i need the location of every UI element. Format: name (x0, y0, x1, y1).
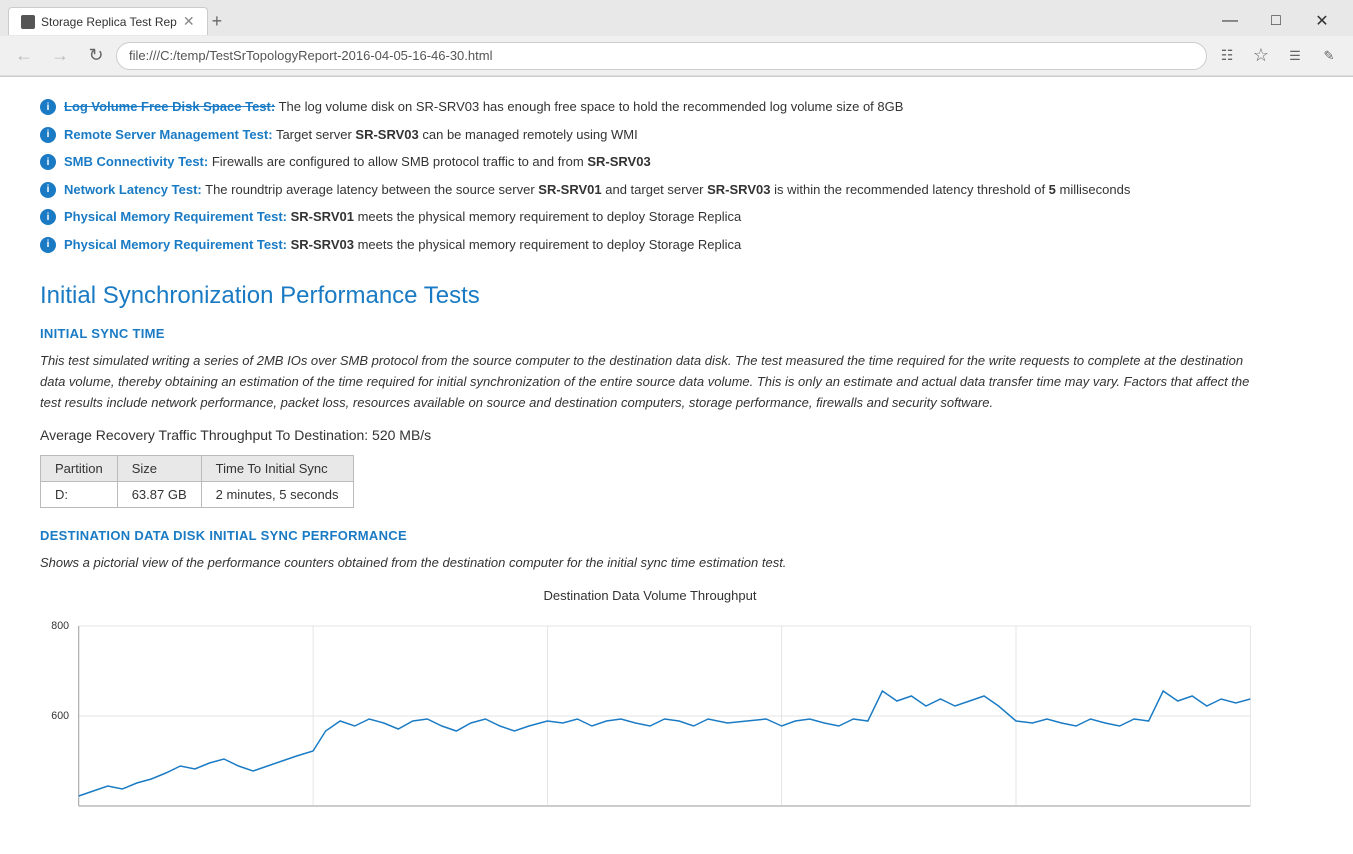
new-tab-button[interactable]: + (212, 12, 223, 30)
info-link[interactable]: Log Volume Free Disk Space Test: (64, 99, 275, 114)
info-icon-6: i (40, 237, 56, 253)
svg-text:800: 800 (51, 620, 69, 632)
tab-favicon (21, 15, 35, 29)
favorites-button[interactable]: ☆ (1245, 40, 1277, 72)
col-size: Size (117, 456, 201, 482)
throughput-line: Average Recovery Traffic Throughput To D… (40, 427, 1260, 443)
info-text-smb: SMB Connectivity Test: Firewalls are con… (64, 152, 651, 172)
cell-time: 2 minutes, 5 seconds (201, 482, 353, 508)
tab-close-icon[interactable]: ✕ (183, 13, 195, 30)
info-text-memory-2: Physical Memory Requirement Test: SR-SRV… (64, 235, 741, 255)
col-partition: Partition (41, 456, 118, 482)
table-header-row: Partition Size Time To Initial Sync (41, 456, 354, 482)
info-icon-3: i (40, 154, 56, 170)
memory-2-link[interactable]: Physical Memory Requirement Test: (64, 237, 287, 252)
cell-partition: D: (41, 482, 118, 508)
minimize-button[interactable]: — (1207, 6, 1253, 36)
forward-button[interactable]: → (44, 40, 76, 72)
info-text-log-volume: Log Volume Free Disk Space Test: The log… (64, 97, 903, 117)
info-icon-2: i (40, 127, 56, 143)
info-item-log-volume: i Log Volume Free Disk Space Test: The l… (40, 93, 1260, 121)
sync-table: Partition Size Time To Initial Sync D: 6… (40, 455, 354, 508)
nav-bar: ← → ↻ ☷ ☆ ☰ ✎ (0, 36, 1353, 76)
tab-label: Storage Replica Test Rep (41, 15, 177, 29)
memory-1-link[interactable]: Physical Memory Requirement Test: (64, 209, 287, 224)
info-item-memory-2: i Physical Memory Requirement Test: SR-S… (40, 231, 1260, 259)
network-link[interactable]: Network Latency Test: (64, 182, 202, 197)
active-tab[interactable]: Storage Replica Test Rep ✕ (8, 7, 208, 35)
refresh-button[interactable]: ↻ (80, 40, 112, 72)
table-row: D: 63.87 GB 2 minutes, 5 seconds (41, 482, 354, 508)
tab-bar: Storage Replica Test Rep ✕ + — □ ✕ (0, 0, 1353, 36)
info-item-network: i Network Latency Test: The roundtrip av… (40, 176, 1260, 204)
svg-text:600: 600 (51, 710, 69, 722)
page-content: i Log Volume Free Disk Space Test: The l… (0, 77, 1353, 854)
reader-view-button[interactable]: ☷ (1211, 40, 1243, 72)
info-item-memory-1: i Physical Memory Requirement Test: SR-S… (40, 203, 1260, 231)
address-bar[interactable] (116, 42, 1207, 70)
tools-button[interactable]: ✎ (1313, 40, 1345, 72)
browser-chrome: Storage Replica Test Rep ✕ + — □ ✕ ← → ↻… (0, 0, 1353, 77)
info-icon: i (40, 99, 56, 115)
info-text-remote-server: Remote Server Management Test: Target se… (64, 125, 638, 145)
cell-size: 63.87 GB (117, 482, 201, 508)
chart-svg: 800 600 (40, 611, 1260, 811)
remote-server-link[interactable]: Remote Server Management Test: (64, 127, 273, 142)
chart-area: 800 600 (40, 611, 1260, 811)
smb-link[interactable]: SMB Connectivity Test: (64, 154, 208, 169)
subsection2-description: Shows a pictorial view of the performanc… (40, 553, 1260, 574)
content-inner: i Log Volume Free Disk Space Test: The l… (0, 77, 1300, 851)
back-button[interactable]: ← (8, 40, 40, 72)
info-text-network: Network Latency Test: The roundtrip aver… (64, 180, 1130, 200)
subsection1-description: This test simulated writing a series of … (40, 351, 1260, 413)
close-button[interactable]: ✕ (1299, 6, 1345, 36)
info-item-smb: i SMB Connectivity Test: Firewalls are c… (40, 148, 1260, 176)
col-time: Time To Initial Sync (201, 456, 353, 482)
subsection1-heading: INITIAL SYNC TIME (40, 326, 1260, 341)
menu-button[interactable]: ☰ (1279, 40, 1311, 72)
info-icon-4: i (40, 182, 56, 198)
info-text-memory-1: Physical Memory Requirement Test: SR-SRV… (64, 207, 741, 227)
chart-container: Destination Data Volume Throughput 800 6… (40, 588, 1260, 811)
chart-title: Destination Data Volume Throughput (40, 588, 1260, 603)
section-title: Initial Synchronization Performance Test… (40, 282, 1260, 310)
nav-right-buttons: ☷ ☆ ☰ ✎ (1211, 40, 1345, 72)
window-controls: — □ ✕ (1207, 6, 1345, 36)
info-icon-5: i (40, 209, 56, 225)
info-item-remote-server: i Remote Server Management Test: Target … (40, 121, 1260, 149)
maximize-button[interactable]: □ (1253, 6, 1299, 36)
subsection2-heading: DESTINATION DATA DISK INITIAL SYNC PERFO… (40, 528, 1260, 543)
